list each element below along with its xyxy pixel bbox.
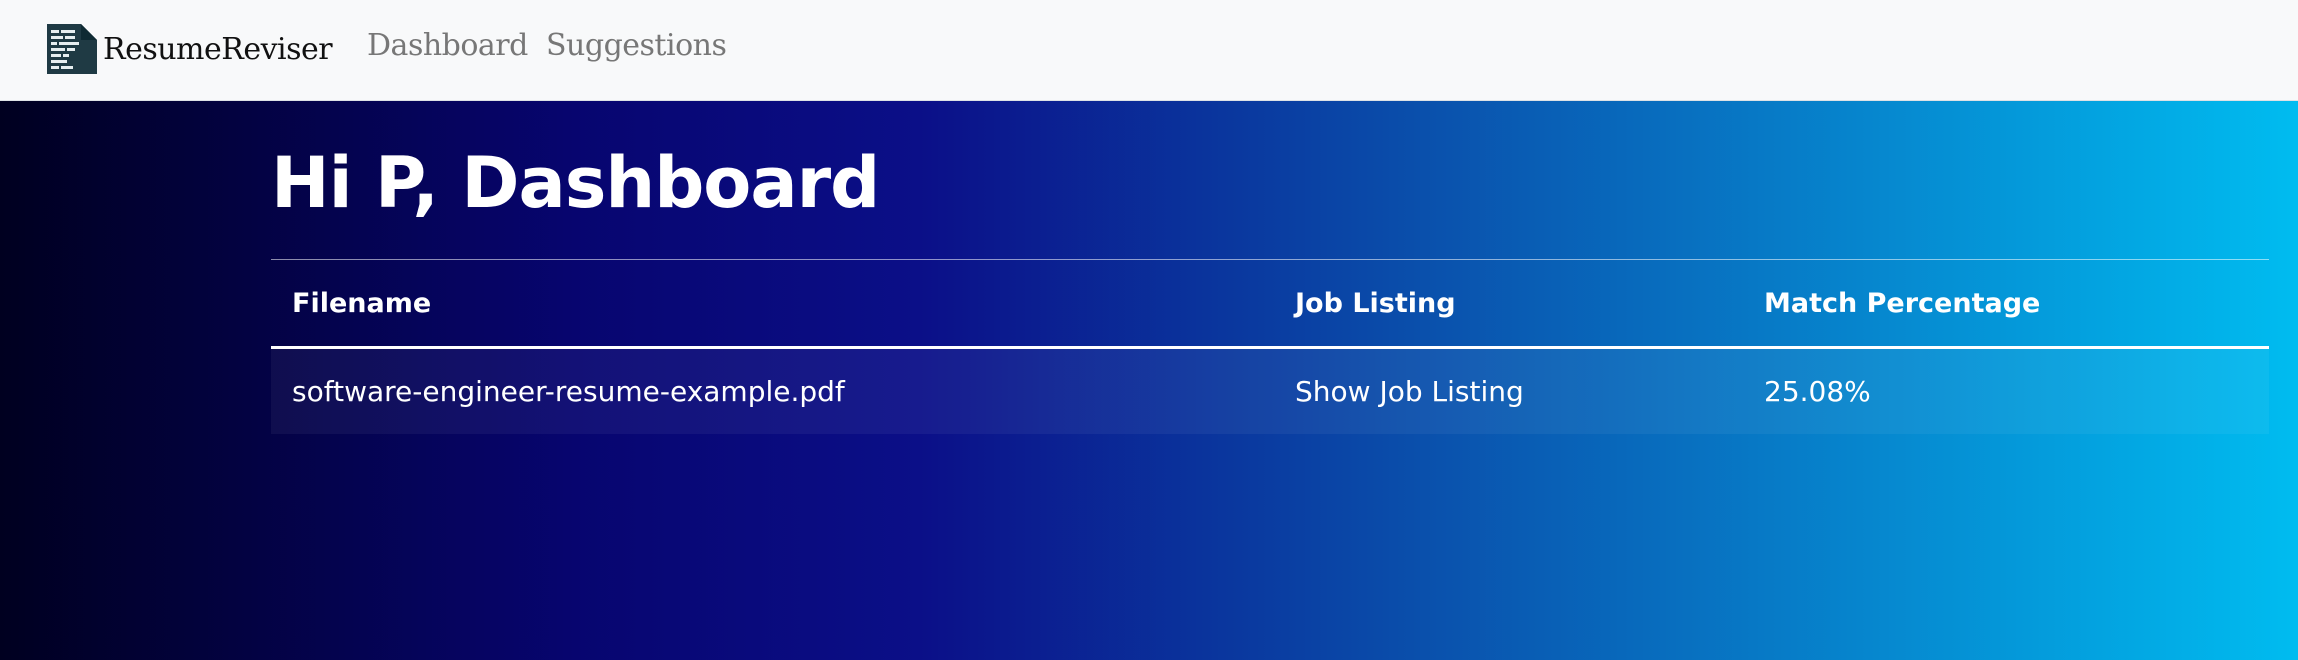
cell-filename: software-engineer-resume-example.pdf: [292, 374, 845, 408]
resume-document-icon: [47, 24, 97, 74]
cell-match-percentage: 25.08%: [1764, 374, 1871, 408]
header-match-percentage: Match Percentage: [1764, 287, 2041, 319]
table-header-row: Filename Job Listing Match Percentage: [271, 259, 2269, 348]
header-job-listing: Job Listing: [1295, 287, 1456, 319]
top-navbar: ResumeReviser Dashboard Suggestions: [0, 0, 2298, 101]
brand-link[interactable]: ResumeReviser: [45, 22, 333, 76]
cell-job-listing: Show Job Listing: [1274, 348, 1743, 434]
table-row: software-engineer-resume-example.pdf Sho…: [271, 347, 2269, 434]
nav-dashboard-link[interactable]: Dashboard: [367, 28, 528, 63]
show-job-listing-link[interactable]: Show Job Listing: [1295, 375, 1524, 408]
page-title: Hi P, Dashboard: [271, 142, 880, 224]
nav-suggestions-link[interactable]: Suggestions: [546, 28, 727, 63]
brand-name: ResumeReviser: [103, 31, 333, 67]
header-filename: Filename: [292, 287, 432, 319]
resume-table: Filename Job Listing Match Percentage so…: [271, 259, 2269, 434]
